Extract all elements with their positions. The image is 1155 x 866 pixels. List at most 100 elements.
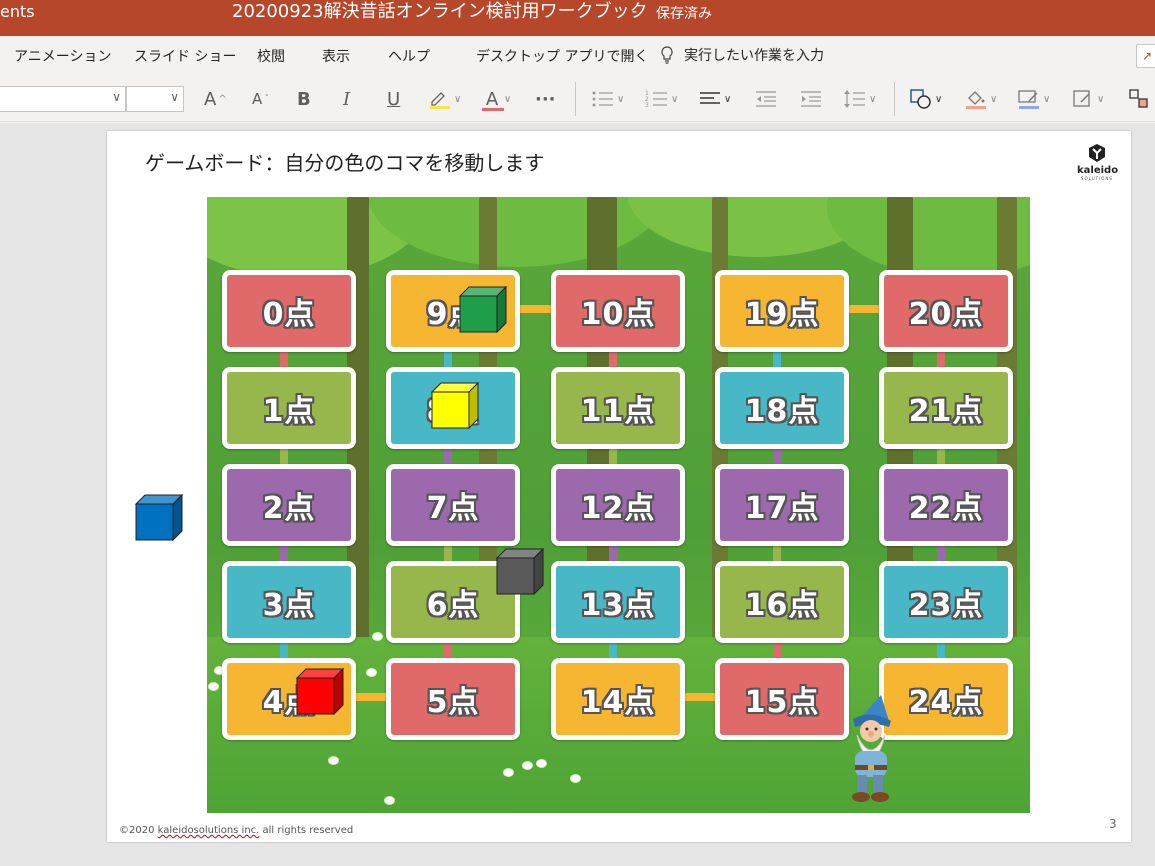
tile-label: 19点 <box>744 297 820 332</box>
shape-fill-button[interactable]: ∨ <box>964 86 997 112</box>
board-tile-5: 5点 <box>386 658 520 740</box>
tell-me-box[interactable]: 実行したい作業を入力 <box>660 45 824 65</box>
green-piece[interactable] <box>459 286 507 334</box>
italic-button[interactable]: I <box>343 86 350 112</box>
flower-icon <box>367 669 376 676</box>
flower-icon <box>571 775 580 782</box>
numbered-list-icon: 123 <box>645 90 667 109</box>
tile-label: 11点 <box>580 394 656 429</box>
logo-name: kaleido <box>1077 165 1119 176</box>
share-icon[interactable]: ↗ <box>1136 44 1155 68</box>
shape-outline-button[interactable]: ∨ <box>1017 86 1050 112</box>
toolbar-divider <box>894 82 895 116</box>
flower-icon <box>209 683 218 690</box>
tile-label: 6点 <box>426 588 480 623</box>
tile-label: 3点 <box>262 588 316 623</box>
font-color-swatch <box>482 108 504 111</box>
menu-slideshow[interactable]: スライド ショー <box>134 46 236 66</box>
page-number: 3 <box>1109 817 1117 831</box>
flower-icon <box>537 760 546 767</box>
gnome-character <box>852 695 891 802</box>
slide-title[interactable]: ゲームボード：自分の色のコマを移動します <box>145 147 544 176</box>
tile-label: 17点 <box>744 491 820 526</box>
menu-review[interactable]: 校閲 <box>257 46 285 66</box>
bullets-button[interactable]: ∨ <box>591 86 624 112</box>
grow-font-button[interactable]: A ^ <box>204 86 227 112</box>
board-tile-21: 21点 <box>879 367 1013 449</box>
tile-label: 2点 <box>262 491 316 526</box>
chevron-down-icon: ∨ <box>170 90 179 104</box>
title-left-fragment: ents <box>0 2 35 21</box>
menu-view[interactable]: 表示 <box>322 46 350 66</box>
tile-label: 15点 <box>744 685 820 720</box>
menu-open-desktop-app[interactable]: デスクトップ アプリで開く <box>476 46 648 66</box>
kaleido-logo: kaleido SOLUTIONS <box>1077 143 1119 181</box>
decrease-indent-button[interactable] <box>754 86 778 112</box>
arrange-icon <box>1129 89 1148 108</box>
board-tile-16: 16点 <box>715 561 849 643</box>
increase-indent-button[interactable] <box>799 86 823 112</box>
save-status: 保存済み <box>656 6 712 22</box>
board-tile-22: 22点 <box>879 464 1013 546</box>
tile-label: 23点 <box>908 588 984 623</box>
menu-animations[interactable]: アニメーション <box>14 46 111 66</box>
title-bar: ents 20200923解決昔話オンライン検討用ワークブック - 保存済み <box>0 0 1155 36</box>
path-connector <box>847 305 879 313</box>
yellow-piece[interactable] <box>431 382 479 430</box>
gray-piece[interactable] <box>496 548 544 596</box>
font-family-select[interactable]: ∨ <box>0 86 126 112</box>
more-options-button[interactable]: ··· <box>535 86 556 112</box>
line-spacing-icon <box>844 90 865 108</box>
font-size-select[interactable]: ∨ <box>126 86 184 112</box>
align-button[interactable]: ∨ <box>698 86 731 112</box>
tell-me-text: 実行したい作業を入力 <box>684 48 824 64</box>
menu-bar: アニメーション スライド ショー 校閲 表示 ヘルプ デスクトップ アプリで開く… <box>0 36 1155 74</box>
menu-help[interactable]: ヘルプ <box>388 46 430 66</box>
board-tile-3: 3点 <box>222 561 356 643</box>
shape-effects-button[interactable]: ∨ <box>1071 86 1104 112</box>
logo-sub: SOLUTIONS <box>1081 176 1113 181</box>
tile-label: 10点 <box>580 297 656 332</box>
board-tile-0: 0点 <box>222 270 356 352</box>
board-tile-18: 18点 <box>715 367 849 449</box>
path-connector <box>519 305 551 313</box>
flower-icon <box>385 797 394 804</box>
tile-label: 22点 <box>908 491 984 526</box>
underline-button[interactable]: U <box>387 86 400 112</box>
board-tile-23: 23点 <box>879 561 1013 643</box>
board-tile-19: 19点 <box>715 270 849 352</box>
board-tile-10: 10点 <box>551 270 685 352</box>
line-spacing-button[interactable]: ∨ <box>843 86 876 112</box>
bold-button[interactable]: B <box>297 86 311 112</box>
font-color-letter: A <box>485 88 499 110</box>
shapes-button[interactable]: ∨ <box>909 86 942 112</box>
shape-effects-icon <box>1073 90 1090 107</box>
blue-piece[interactable] <box>135 494 183 542</box>
board-tile-15: 15点 <box>715 658 849 740</box>
numbering-button[interactable]: 1 2 3 ∨ <box>645 86 678 112</box>
highlight-button[interactable]: ∨ <box>428 86 461 112</box>
copyright-text: ©2020 kaleidosolutions inc. all rights r… <box>119 825 354 836</box>
chevron-down-icon: ∨ <box>112 90 121 104</box>
kaleido-logo-icon <box>1089 144 1105 162</box>
highlighter-icon <box>430 92 450 109</box>
tile-label: 21点 <box>908 394 984 429</box>
board-tile-17: 17点 <box>715 464 849 546</box>
tree-canopy <box>367 197 667 267</box>
red-piece[interactable] <box>296 668 344 716</box>
decrease-indent-icon <box>756 91 776 107</box>
flower-icon <box>373 633 382 640</box>
tile-label: 0点 <box>262 297 316 332</box>
shrink-font-button[interactable]: Aˇ <box>252 86 269 112</box>
arrange-button[interactable] <box>1128 86 1150 112</box>
flower-icon <box>523 762 532 769</box>
game-board: 0点 1点 2点 3点 4点 5点 6点 7点 8点 9点 10点 11点 12… <box>207 197 1030 813</box>
svg-text:3: 3 <box>645 102 649 109</box>
tile-label: 1点 <box>262 394 316 429</box>
pen-outline-icon <box>1018 90 1039 109</box>
bullet-list-icon <box>592 91 613 107</box>
document-name[interactable]: 20200923解決昔話オンライン検討用ワークブック <box>232 0 648 24</box>
toolbar-divider <box>575 82 576 116</box>
tile-label: 13点 <box>580 588 656 623</box>
board-tile-13: 13点 <box>551 561 685 643</box>
